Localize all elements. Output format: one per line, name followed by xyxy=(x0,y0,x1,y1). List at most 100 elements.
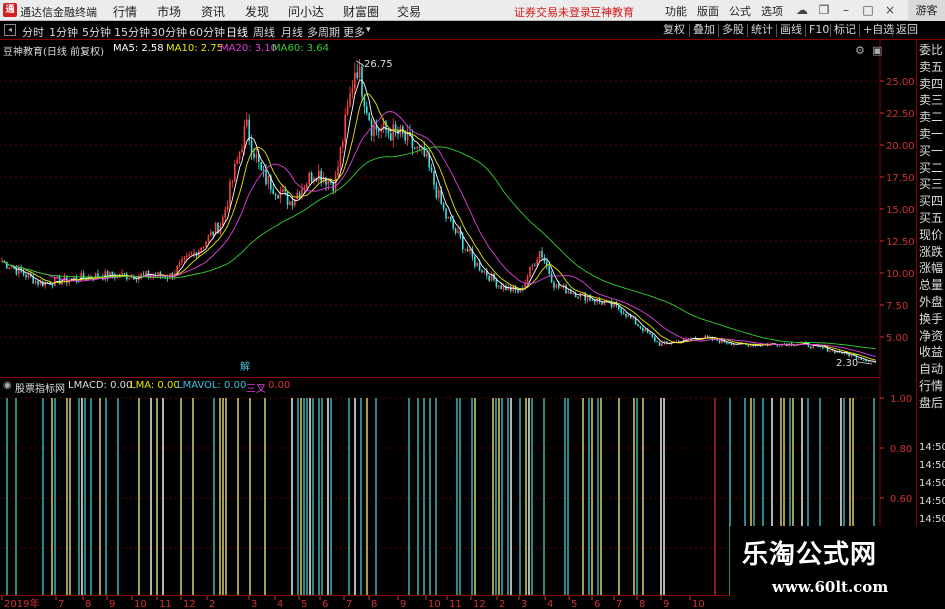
menu-wenxiaoda[interactable]: 问小达 xyxy=(288,3,324,20)
candle-body xyxy=(260,162,262,171)
quote-field-label[interactable]: 盘后 xyxy=(919,394,945,411)
period-multi[interactable]: 多周期 xyxy=(307,24,340,40)
candle-body xyxy=(850,355,853,357)
candle-body xyxy=(632,317,634,319)
candle-body xyxy=(476,262,478,267)
indicator-toggle-icon[interactable]: ◉ xyxy=(3,380,12,391)
return-button[interactable]: 返回 xyxy=(896,22,918,38)
period-60min[interactable]: 60分钟 xyxy=(189,24,225,40)
cloud-icon[interactable]: ☁ xyxy=(794,2,810,18)
candle-body xyxy=(824,347,826,349)
overlay-button[interactable]: 叠加 xyxy=(693,22,715,38)
menu-gongneng[interactable]: 功能 xyxy=(665,3,687,19)
period-1min[interactable]: 1分钟 xyxy=(49,24,78,40)
candle-body xyxy=(253,153,255,158)
minimize-icon[interactable]: – xyxy=(838,2,854,18)
candle-body xyxy=(538,250,541,260)
period-15min[interactable]: 15分钟 xyxy=(114,24,150,40)
statistics-button[interactable]: 统计 xyxy=(751,22,773,38)
candle-body xyxy=(358,66,361,79)
candle-body xyxy=(567,291,570,294)
candle-body xyxy=(34,280,37,284)
period-5min[interactable]: 5分钟 xyxy=(82,24,111,40)
candle-body xyxy=(226,206,229,210)
fuquan-button[interactable]: 复权 xyxy=(663,22,685,38)
candle-body xyxy=(800,342,802,344)
candle-body xyxy=(531,265,534,267)
date-axis-label: 5 xyxy=(571,599,577,609)
candle-body xyxy=(188,254,190,256)
mark-button[interactable]: 标记 xyxy=(834,22,856,38)
candle-body xyxy=(639,325,642,329)
multi-stock-button[interactable]: 多股 xyxy=(722,22,744,38)
price-tick-label: 10.00 xyxy=(886,269,915,280)
settings-icon[interactable]: ⚙ xyxy=(855,44,865,57)
period-more[interactable]: 更多 xyxy=(343,24,365,40)
candle-body xyxy=(339,147,342,167)
menu-gongshi[interactable]: 公式 xyxy=(729,3,751,19)
ma60-value: MA60: 3.64 xyxy=(272,43,330,54)
period-daily[interactable]: 日线 xyxy=(226,24,248,40)
candle-body xyxy=(675,341,678,343)
candle-body xyxy=(387,130,390,134)
event-marker[interactable]: 解 xyxy=(240,358,250,373)
toolbar-divider xyxy=(805,24,806,37)
date-axis-label: 3 xyxy=(521,599,527,609)
candle-body xyxy=(291,201,294,206)
quote-field-label: 涨跌 xyxy=(919,244,944,259)
date-axis-label: 12 xyxy=(183,599,196,609)
menu-xuanxiang[interactable]: 选项 xyxy=(761,3,783,19)
quote-field-label[interactable]: 自动 xyxy=(919,360,945,377)
add-favorite-button[interactable]: +自选 xyxy=(863,22,894,38)
candle-body xyxy=(438,189,440,198)
period-monthly[interactable]: 月线 xyxy=(281,24,303,40)
indicator-tick-label: 1.00 xyxy=(890,394,912,405)
menu-jiaoyi[interactable]: 交易 xyxy=(397,3,421,20)
watermark-title: 乐淘公式网 xyxy=(742,540,878,570)
quote-field-label: 买五 xyxy=(919,211,944,225)
maximize-icon[interactable]: □ xyxy=(860,2,876,18)
candle-body xyxy=(860,358,862,360)
guest-button[interactable]: 游客 xyxy=(908,0,945,21)
price-chart-panel[interactable]: 25.00 22.50 20.00 17.50 15.00 12.50 10.00 7.50 5… xyxy=(0,40,915,377)
back-arrow-icon[interactable]: ◂ xyxy=(4,24,16,36)
candle-body xyxy=(430,167,433,171)
candle-body xyxy=(27,273,30,278)
tick-time: 14:50 xyxy=(919,442,945,453)
menu-caifuquan[interactable]: 财富圈 xyxy=(343,3,379,20)
candle-body xyxy=(601,301,603,305)
candle-body xyxy=(637,324,639,326)
candle-body xyxy=(250,140,253,154)
candle-body xyxy=(572,293,574,295)
more-dropdown-icon[interactable]: ▾ xyxy=(366,25,371,35)
candle-body xyxy=(368,113,370,121)
menu-faxian[interactable]: 发现 xyxy=(245,3,269,20)
login-status[interactable]: 证券交易未登录 xyxy=(514,4,591,20)
menu-hangqing[interactable]: 行情 xyxy=(113,3,137,20)
candle-body xyxy=(594,300,596,303)
candle-body xyxy=(483,271,486,273)
draw-line-button[interactable]: 画线 xyxy=(780,22,802,38)
candle-body xyxy=(661,343,663,346)
candle-body xyxy=(8,268,10,270)
date-axis-label: 6 xyxy=(322,599,328,609)
period-30min[interactable]: 30分钟 xyxy=(151,24,187,40)
period-fenshi[interactable]: 分时 xyxy=(22,24,44,40)
collapse-icon[interactable]: ▣ xyxy=(872,44,882,57)
quote-field-label[interactable]: 行情 xyxy=(919,377,945,394)
ma20-line xyxy=(1,111,876,357)
menu-banmian[interactable]: 版面 xyxy=(697,3,719,19)
candle-body xyxy=(373,125,375,136)
restore-icon[interactable]: ❐ xyxy=(816,2,832,18)
menu-zixun[interactable]: 资讯 xyxy=(201,3,225,20)
menu-shichang[interactable]: 市场 xyxy=(157,3,181,20)
candle-body xyxy=(277,195,279,199)
price-chart-canvas[interactable]: 25.00 22.50 20.00 17.50 15.00 12.50 10.00 7.50 5… xyxy=(0,40,915,377)
period-weekly[interactable]: 周线 xyxy=(253,24,275,40)
f10-button[interactable]: F10 xyxy=(809,22,829,38)
indicator-tick-label: 0.60 xyxy=(890,494,912,505)
candle-body xyxy=(241,149,243,153)
close-icon[interactable]: × xyxy=(882,2,898,18)
candle-body xyxy=(308,172,310,185)
ma60-line xyxy=(1,146,876,350)
